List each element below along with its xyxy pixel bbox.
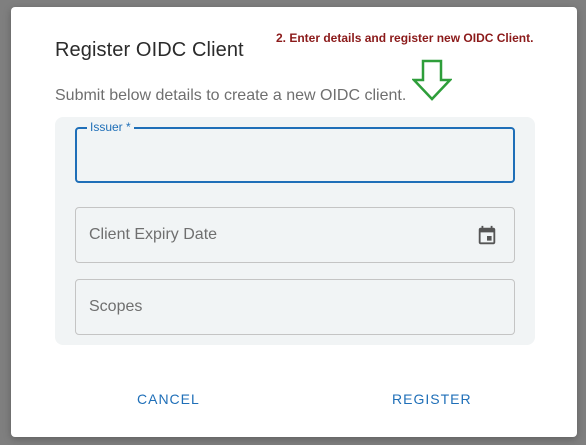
scopes-field[interactable]: Scopes bbox=[75, 279, 515, 335]
scopes-placeholder: Scopes bbox=[89, 298, 143, 315]
arrow-down-icon bbox=[412, 59, 452, 101]
annotation-text: 2. Enter details and register new OIDC C… bbox=[276, 31, 534, 45]
client-expiry-date-placeholder: Client Expiry Date bbox=[89, 226, 218, 243]
client-expiry-date-field[interactable]: Client Expiry Date bbox=[75, 207, 515, 263]
register-oidc-client-dialog: Register OIDC Client 2. Enter details an… bbox=[11, 7, 577, 437]
calendar-icon[interactable] bbox=[476, 225, 498, 247]
issuer-label: Issuer * bbox=[87, 120, 134, 134]
dialog-subtitle: Submit below details to create a new OID… bbox=[55, 87, 407, 104]
dialog-title: Register OIDC Client bbox=[55, 39, 244, 61]
cancel-button[interactable]: CANCEL bbox=[137, 391, 200, 407]
register-button[interactable]: REGISTER bbox=[392, 391, 472, 407]
issuer-field[interactable]: Issuer * bbox=[75, 120, 515, 183]
form-panel: Issuer * Client Expiry Date Scopes bbox=[55, 117, 535, 345]
